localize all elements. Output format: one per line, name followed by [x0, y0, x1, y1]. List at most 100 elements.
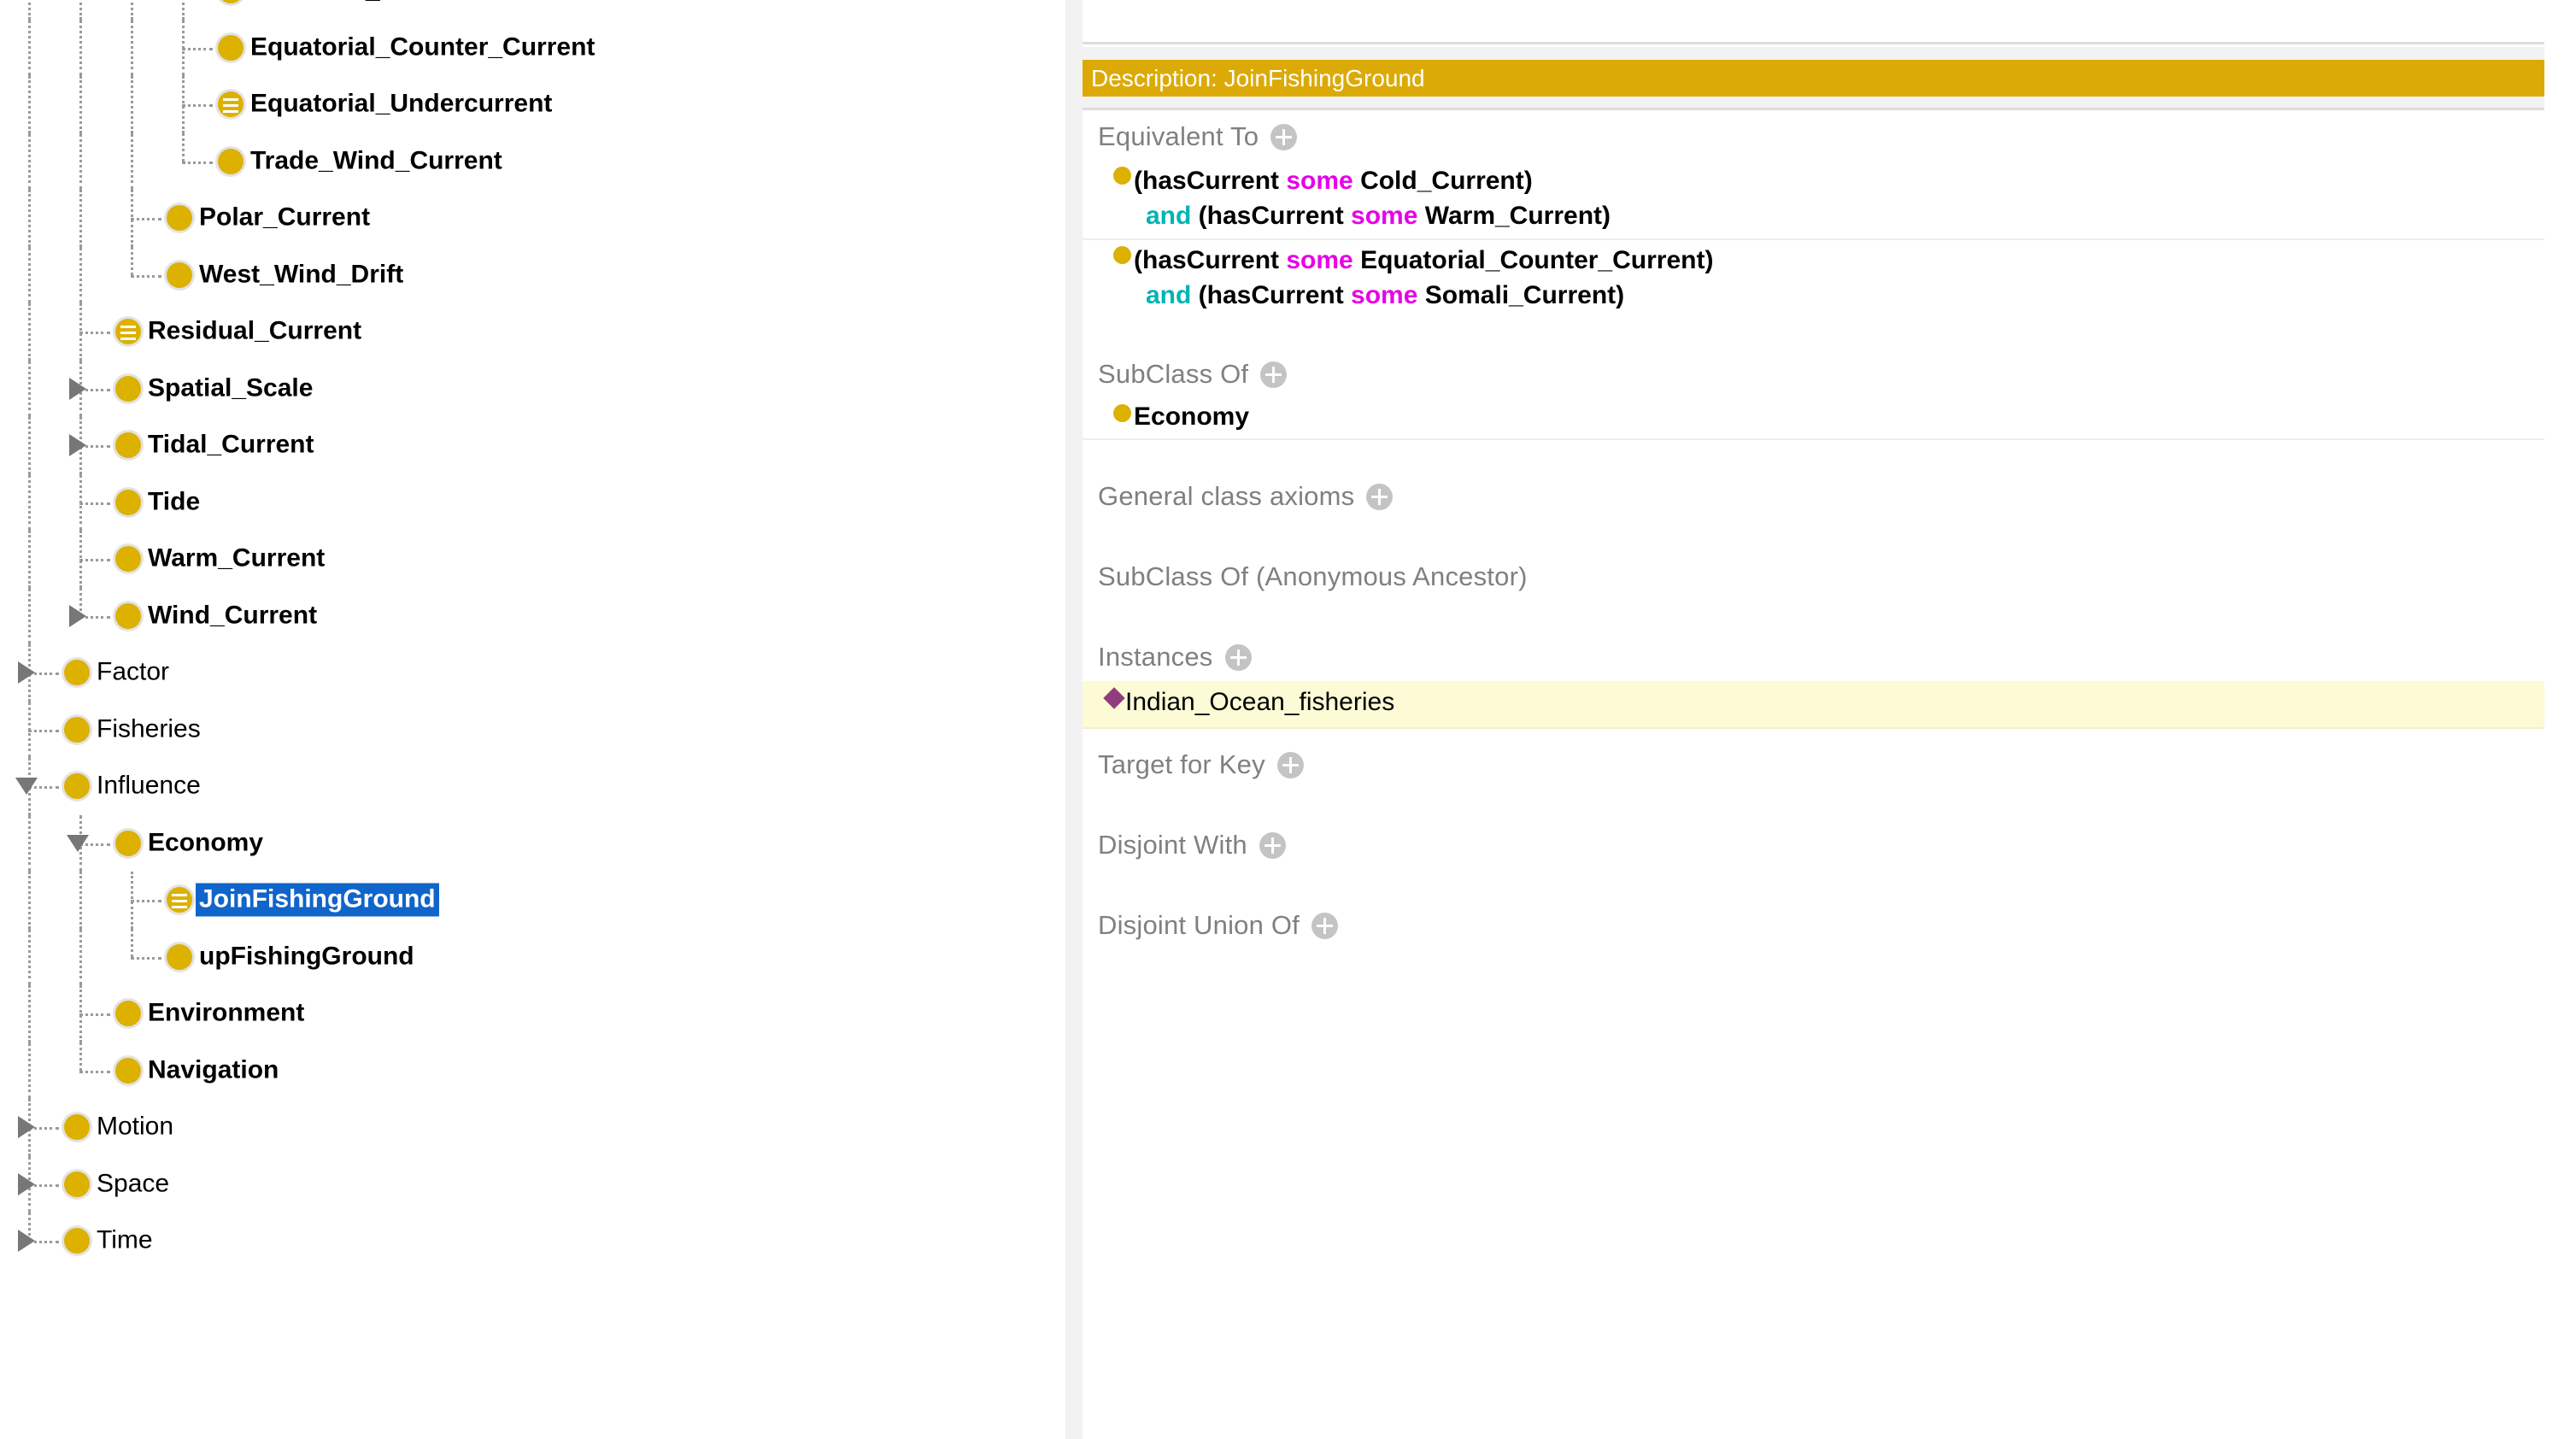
axiom-rest: Equatorial_Counter_Current): [1353, 246, 1714, 274]
class-hierarchy-tree[interactable]: Cromwell_CurrentEquatorial_Counter_Curre…: [0, 0, 1064, 1439]
primitive-class-icon: [167, 944, 192, 970]
tree-item-equatorial-counter-current[interactable]: Equatorial_Counter_Current: [0, 20, 1064, 77]
instance-label: Indian_Ocean_fisheries: [1106, 686, 2544, 719]
expand-triangle-icon[interactable]: [18, 1173, 35, 1195]
defined-class-icon: [167, 887, 192, 913]
expand-triangle-icon[interactable]: [69, 378, 86, 400]
tree-elbow-line: [28, 730, 59, 732]
section-target-for-key: Target for Key: [1083, 741, 2544, 821]
expand-triangle-icon[interactable]: [18, 661, 35, 684]
tree-item-tidal-current[interactable]: Tidal_Current: [0, 417, 1064, 474]
tree-item-wind-current[interactable]: Wind_Current: [0, 588, 1064, 645]
tree-item-label: Tide: [144, 485, 203, 519]
panel-splitter[interactable]: [1064, 0, 1084, 1439]
add-instance-icon[interactable]: [1225, 644, 1252, 671]
section-general-class-axioms: General class axioms: [1083, 473, 2544, 553]
add-equivalent-to-icon[interactable]: [1270, 124, 1297, 150]
primitive-class-icon: [64, 773, 90, 799]
axiom-row[interactable]: (hasCurrent some Equatorial_Counter_Curr…: [1083, 240, 2544, 318]
axiom-open: (hasCurrent: [1134, 167, 1286, 195]
tree-guide-line: [28, 929, 31, 986]
tree-item-cromwell-current[interactable]: Cromwell_Current: [0, 0, 1064, 20]
tree-item-motion[interactable]: Motion: [0, 1099, 1064, 1156]
add-disjoint-union-of-icon[interactable]: [1311, 913, 1338, 939]
tree-item-trade-wind-current[interactable]: Trade_Wind_Current: [0, 133, 1064, 191]
primitive-class-icon: [115, 831, 141, 856]
keyword-some: some: [1286, 246, 1353, 274]
tree-item-label: Equatorial_Undercurrent: [247, 88, 555, 121]
tree-item-residual-current[interactable]: Residual_Current: [0, 303, 1064, 361]
primitive-class-icon: [115, 546, 141, 572]
section-header-target-for-key: Target for Key: [1083, 741, 2544, 789]
section-spacer: [1083, 789, 2544, 821]
tree-item-joinfishingground[interactable]: JoinFishingGround: [0, 872, 1064, 929]
add-general-class-axioms-icon[interactable]: [1366, 484, 1393, 510]
instance-row[interactable]: Indian_Ocean_fisheries: [1083, 681, 2544, 729]
tree-item-equatorial-undercurrent[interactable]: Equatorial_Undercurrent: [0, 76, 1064, 133]
axiom-rest: Somali_Current): [1417, 281, 1624, 309]
section-spacer: [1083, 729, 2544, 741]
primitive-class-icon: [64, 1228, 90, 1254]
tree-guide-line: [28, 985, 31, 1043]
tree-item-warm-current[interactable]: Warm_Current: [0, 531, 1064, 588]
tree-item-polar-current[interactable]: Polar_Current: [0, 190, 1064, 247]
section-spacer: [1083, 601, 2544, 633]
section-header-anonymous-ancestor: SubClass Of (Anonymous Ancestor): [1083, 553, 2544, 601]
section-title-equivalent-to: Equivalent To: [1098, 121, 1259, 152]
primitive-class-icon: [64, 717, 90, 743]
tree-guide-line: [28, 531, 31, 588]
axiom-line: (hasCurrent some Cold_Current): [1113, 163, 2544, 198]
section-subclass-of-anonymous-ancestor: SubClass Of (Anonymous Ancestor): [1083, 553, 2544, 633]
tree-item-west-wind-drift[interactable]: West_Wind_Drift: [0, 247, 1064, 304]
tree-item-time[interactable]: Time: [0, 1213, 1064, 1270]
primitive-class-icon: [115, 603, 141, 629]
defined-class-icon: [115, 319, 141, 344]
tree-item-space[interactable]: Space: [0, 1156, 1064, 1213]
primitive-class-icon: [115, 490, 141, 515]
axiom-open: (hasCurrent: [1191, 202, 1351, 230]
tree-item-spatial-scale[interactable]: Spatial_Scale: [0, 361, 1064, 418]
expand-triangle-icon[interactable]: [69, 605, 86, 627]
equivalent-to-axiom-list: (hasCurrent some Cold_Current) and (hasC…: [1083, 161, 2544, 318]
add-target-for-key-icon[interactable]: [1277, 752, 1304, 778]
keyword-some: some: [1286, 167, 1353, 195]
tree-elbow-line: [182, 104, 213, 107]
primitive-class-icon: [115, 1058, 141, 1084]
tree-item-economy[interactable]: Economy: [0, 815, 1064, 872]
collapse-triangle-icon[interactable]: [67, 835, 89, 852]
keyword-and: and: [1146, 281, 1191, 309]
collapse-triangle-icon[interactable]: [15, 778, 38, 795]
tree-item-label: West_Wind_Drift: [196, 258, 407, 291]
tree-item-label: Navigation: [144, 1054, 282, 1087]
add-disjoint-with-icon[interactable]: [1259, 832, 1286, 859]
tree-item-fisheries[interactable]: Fisheries: [0, 702, 1064, 759]
tree-elbow-line: [131, 218, 161, 220]
tree-item-factor[interactable]: Factor: [0, 644, 1064, 702]
axiom-row[interactable]: (hasCurrent some Cold_Current) and (hasC…: [1083, 161, 2544, 240]
axiom-line: and (hasCurrent some Warm_Current): [1113, 198, 2544, 233]
section-header-disjoint-with: Disjoint With: [1083, 821, 2544, 869]
section-title-instances: Instances: [1098, 642, 1213, 673]
subclass-row[interactable]: Economy: [1083, 398, 2544, 440]
primitive-class-icon: [218, 35, 244, 61]
expand-triangle-icon[interactable]: [18, 1230, 35, 1252]
section-subclass-of: SubClass Of Economy: [1083, 350, 2544, 473]
primitive-class-icon: [167, 205, 192, 231]
tree-item-environment[interactable]: Environment: [0, 985, 1064, 1043]
primitive-class-icon: [115, 376, 141, 402]
tree-item-influence[interactable]: Influence: [0, 758, 1064, 815]
section-title-disjoint-with: Disjoint With: [1098, 830, 1247, 860]
subclass-label: Economy: [1113, 401, 2544, 433]
tree-elbow-line: [182, 48, 213, 50]
expand-triangle-icon[interactable]: [18, 1116, 35, 1138]
tree-item-tide[interactable]: Tide: [0, 474, 1064, 532]
tree-guide-line: [79, 20, 82, 77]
primitive-class-icon: [115, 1001, 141, 1026]
tree-item-upfishingground[interactable]: upFishingGround: [0, 929, 1064, 986]
add-subclass-of-icon[interactable]: [1260, 361, 1287, 388]
panel-gap-upper: [1083, 47, 2544, 60]
section-header-disjoint-union-of: Disjoint Union Of: [1083, 902, 2544, 949]
expand-triangle-icon[interactable]: [69, 434, 86, 456]
tree-item-navigation[interactable]: Navigation: [0, 1043, 1064, 1100]
tree-item-label: Trade_Wind_Current: [247, 144, 506, 178]
